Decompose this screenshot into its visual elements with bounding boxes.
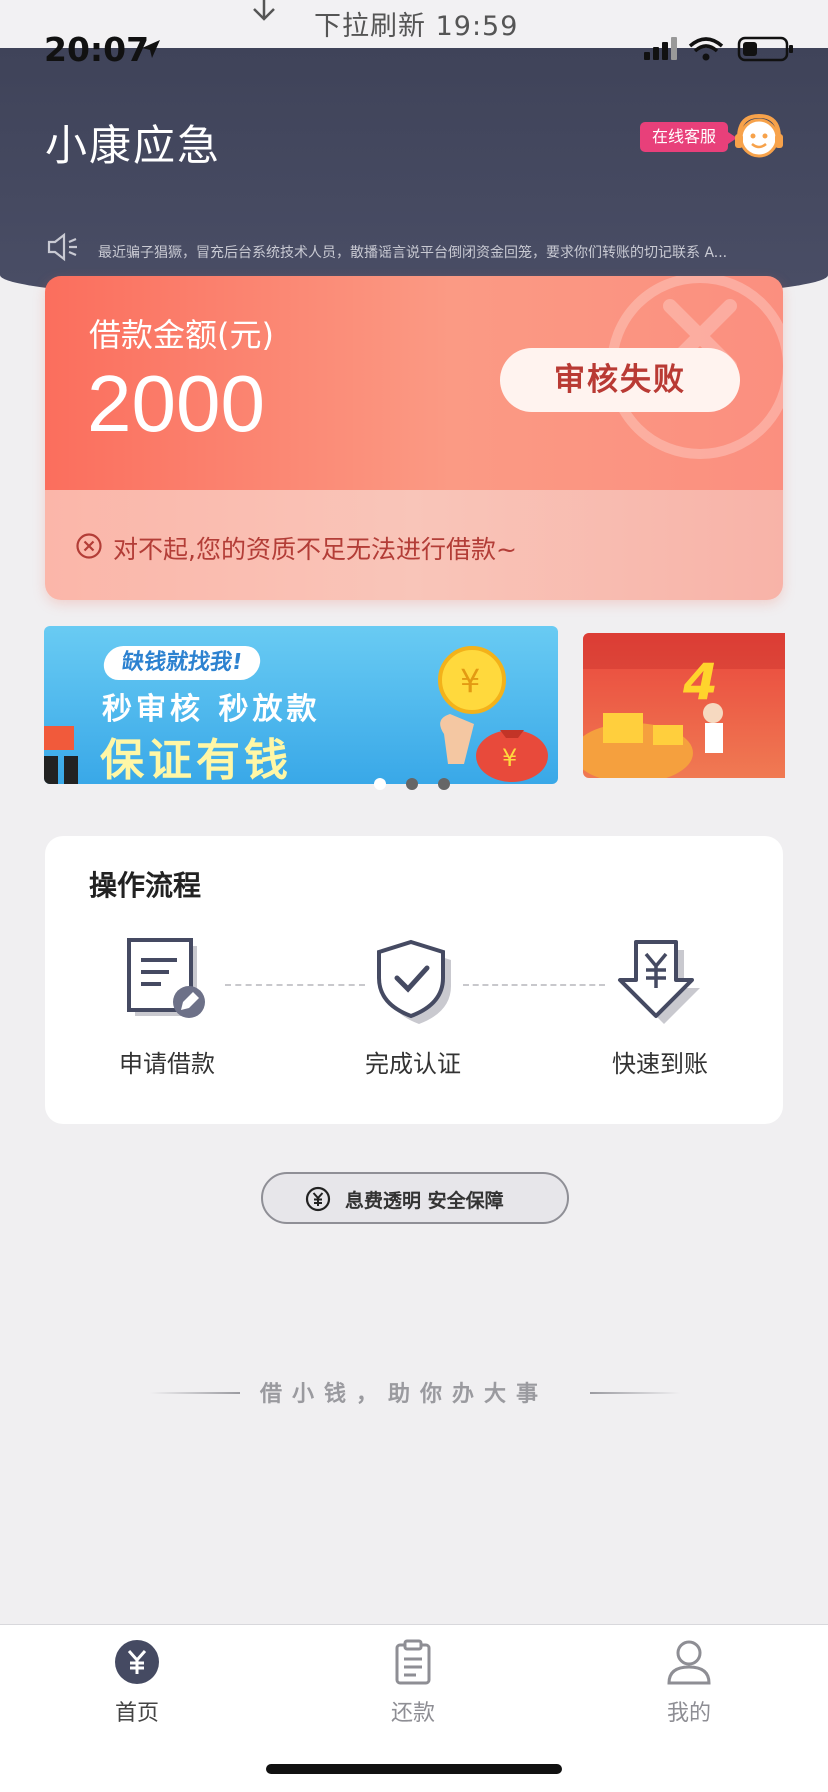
step-apply-label: 申请借款	[119, 1050, 215, 1078]
header: 20:07 小康应急 在线客服 最近骗子猖獗，冒充后台系统技术人员，散播谣言说平…	[0, 30, 828, 303]
yuan-circle-icon	[305, 1186, 331, 1212]
yuan-circle-icon	[115, 1640, 159, 1684]
arrow-down-icon	[253, 0, 275, 21]
step-apply: 申请借款	[92, 936, 242, 1079]
refresh-text: 下拉刷新 19:59	[314, 11, 519, 42]
customer-service-badge[interactable]: 在线客服	[640, 122, 738, 152]
status-time: 20:07	[44, 30, 150, 69]
promo-banner[interactable]: 缺钱就找我! 秒审核 秒放款 保证有钱 ¥ ¥	[44, 626, 558, 784]
slogan-divider-right	[590, 1392, 680, 1394]
promo-banner-secondary[interactable]: 4	[583, 633, 785, 778]
banner-headline: 秒审核 秒放款	[102, 692, 321, 727]
status-indicators	[644, 36, 793, 62]
loan-amount-value: 2000	[87, 359, 265, 448]
wifi-icon	[688, 37, 724, 61]
user-icon	[667, 1640, 711, 1685]
tab-mine[interactable]: 我的	[614, 1639, 764, 1727]
close-circle-icon	[76, 533, 102, 559]
loan-amount-label: 借款金额(元)	[89, 316, 274, 354]
tab-mine-label: 我的	[666, 1701, 711, 1726]
loan-status-card: 借款金额(元) 2000 审核失败 对不起,您的资质不足无法进行借款~	[45, 276, 783, 600]
app-title: 小康应急	[45, 121, 222, 170]
tab-home-label: 首页	[114, 1701, 159, 1726]
process-title: 操作流程	[89, 869, 202, 902]
svg-text:¥: ¥	[502, 744, 517, 772]
location-arrow-icon	[142, 40, 160, 58]
step-receive-label: 快速到账	[612, 1050, 708, 1078]
tab-home[interactable]: 首页	[62, 1639, 212, 1727]
yuan-arrow-down-icon	[618, 940, 700, 1024]
customer-service-icon[interactable]	[733, 112, 785, 162]
battery-icon	[737, 36, 793, 62]
banner-tagline: 保证有钱	[100, 735, 292, 784]
banner-chip: 缺钱就找我!	[101, 646, 263, 680]
safety-text: 息费透明 安全保障	[345, 1190, 504, 1212]
signal-icon	[644, 37, 677, 60]
step-receive: 快速到账	[585, 936, 735, 1079]
step-verify-label: 完成认证	[365, 1050, 461, 1078]
carousel-indicator	[374, 778, 454, 792]
slogan-divider-left	[150, 1392, 240, 1394]
gift-icon	[44, 726, 78, 784]
speaker-icon	[47, 232, 77, 262]
carousel-dot[interactable]	[406, 778, 418, 790]
application-form-icon	[127, 938, 205, 1018]
review-status-badge: 审核失败	[500, 348, 740, 412]
process-card: 操作流程 申请借款 完成认证 快速到账	[45, 836, 783, 1124]
clipboard-icon	[395, 1639, 431, 1685]
home-indicator	[266, 1764, 562, 1774]
loan-card-top: 借款金额(元) 2000 审核失败	[45, 276, 783, 490]
slogan: 借小钱，助你办大事	[260, 1381, 549, 1407]
carousel-dot[interactable]	[438, 778, 450, 790]
tab-repay-label: 还款	[390, 1701, 435, 1726]
step-verify: 完成认证	[338, 936, 488, 1079]
notice-marquee[interactable]: 最近骗子猖獗，冒充后台系统技术人员，散播谣言说平台倒闭资金回笼，要求你们转账的切…	[98, 242, 768, 262]
safety-badge: 息费透明 安全保障	[261, 1172, 569, 1224]
shield-check-icon	[377, 939, 451, 1024]
tab-repay[interactable]: 还款	[338, 1639, 488, 1727]
coin-bag-icon: ¥ ¥	[438, 646, 548, 782]
carousel-dot-active[interactable]	[374, 778, 386, 790]
svg-text:¥: ¥	[460, 662, 480, 700]
banner2-number: 4	[683, 653, 718, 711]
rejection-message: 对不起,您的资质不足无法进行借款~	[113, 535, 517, 564]
